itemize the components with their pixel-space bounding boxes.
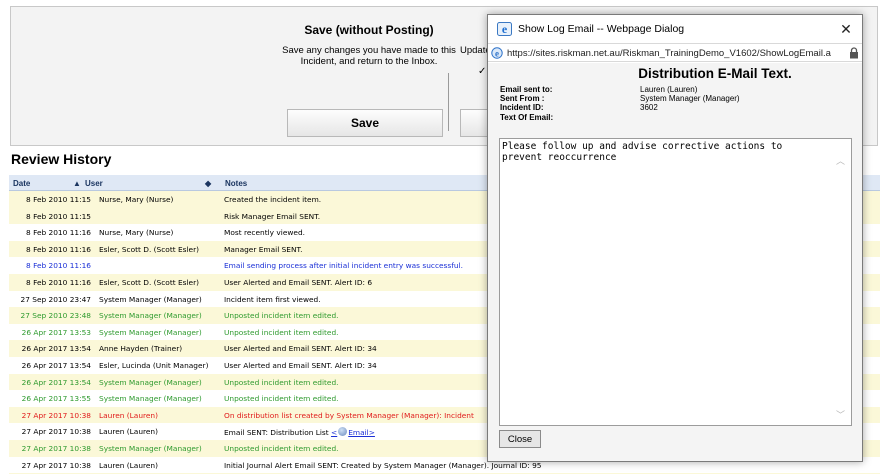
email-text-area[interactable]: Please follow up and advise corrective a… xyxy=(499,138,852,426)
row-notes: Email sending process after initial inci… xyxy=(224,261,463,271)
row-notes: Unposted incident item edited. xyxy=(224,311,339,321)
row-date: 26 Apr 2017 13:54 xyxy=(21,344,91,354)
row-user: Esler, Lucinda (Unit Manager) xyxy=(99,360,209,370)
row-notes: User Alerted and Email SENT. Alert ID: 6 xyxy=(224,277,373,287)
row-notes: Risk Manager Email SENT. xyxy=(224,211,321,221)
row-user: Lauren (Lauren) xyxy=(99,427,158,437)
email-sent-to-label: Email sent to: xyxy=(500,85,553,94)
row-date: 27 Sep 2010 23:47 xyxy=(20,294,92,304)
row-user: System Manager (Manager) xyxy=(99,377,202,387)
row-user: Lauren (Lauren) xyxy=(99,410,158,420)
dialog-address-bar: e https://sites.riskman.net.au/Riskman_T… xyxy=(488,43,862,62)
save-panel-description: Save any changes you have made to this I… xyxy=(282,45,456,67)
row-date: 27 Sep 2010 23:48 xyxy=(20,311,92,321)
row-user: Nurse, Mary (Nurse) xyxy=(99,228,174,238)
save-panel-title: Save (without Posting) xyxy=(304,23,434,37)
row-notes-email: Email SENT: Distribution List < Email> xyxy=(224,427,375,437)
row-notes: Unposted incident item edited. xyxy=(224,377,339,387)
row-date: 27 Apr 2017 10:38 xyxy=(21,427,91,437)
row-user: Lauren (Lauren) xyxy=(99,460,158,470)
row-notes: Unposted incident item edited. xyxy=(224,443,339,453)
row-notes: On distribution list created by System M… xyxy=(224,410,474,420)
row-notes: Incident item first viewed. xyxy=(224,294,321,304)
panel-divider xyxy=(448,73,449,131)
dialog-titlebar[interactable]: e Show Log Email -- Webpage Dialog ✕ xyxy=(488,15,862,43)
email-link-text: Email> xyxy=(348,428,375,438)
row-date: 8 Feb 2010 11:16 xyxy=(26,277,91,287)
column-header-notes[interactable]: Notes xyxy=(225,179,247,188)
row-date: 26 Apr 2017 13:53 xyxy=(21,327,91,337)
row-date: 8 Feb 2010 11:16 xyxy=(26,244,91,254)
lock-icon xyxy=(850,47,858,59)
row-date: 27 Apr 2017 10:38 xyxy=(21,410,91,420)
sort-ascending-icon[interactable]: ▲ xyxy=(73,179,81,188)
row-date: 27 Apr 2017 10:38 xyxy=(21,460,91,470)
row-date: 26 Apr 2017 13:55 xyxy=(21,394,91,404)
row-user: System Manager (Manager) xyxy=(99,311,202,321)
update-button[interactable] xyxy=(460,109,490,137)
internet-explorer-icon: e xyxy=(497,22,512,36)
row-date: 26 Apr 2017 13:54 xyxy=(21,377,91,387)
row-user: Nurse, Mary (Nurse) xyxy=(99,195,174,204)
text-of-email-label: Text Of Email: xyxy=(500,113,554,122)
row-user: System Manager (Manager) xyxy=(99,443,202,453)
email-link[interactable]: < Email> xyxy=(331,427,375,438)
close-icon[interactable]: ✕ xyxy=(836,19,856,39)
row-notes: Unposted incident item edited. xyxy=(224,394,339,404)
save-button[interactable]: Save xyxy=(287,109,443,137)
row-user: Anne Hayden (Trainer) xyxy=(99,344,183,354)
show-log-email-dialog: e Show Log Email -- Webpage Dialog ✕ e h… xyxy=(487,14,863,462)
close-button[interactable]: Close xyxy=(499,430,541,448)
dialog-body: Distribution E-Mail Text. Email sent to:… xyxy=(488,63,862,461)
distribution-email-heading: Distribution E-Mail Text. xyxy=(638,66,792,81)
row-notes: Manager Email SENT. xyxy=(224,244,303,254)
email-sent-text: Email SENT: Distribution List xyxy=(224,428,332,438)
incident-id-label: Incident ID: xyxy=(500,103,544,112)
row-notes: User Alerted and Email SENT. Alert ID: 3… xyxy=(224,344,377,354)
row-notes: User Alerted and Email SENT. Alert ID: 3… xyxy=(224,360,377,370)
row-date: 8 Feb 2010 11:15 xyxy=(26,211,91,221)
row-date: 26 Apr 2017 13:54 xyxy=(21,360,91,370)
row-user: Esler, Scott D. (Scott Esler) xyxy=(99,244,200,254)
row-user: System Manager (Manager) xyxy=(99,294,202,304)
column-header-date[interactable]: Date xyxy=(13,179,30,188)
email-sent-to-value: Lauren (Lauren) xyxy=(640,85,698,94)
scroll-down-icon[interactable]: ﹀ xyxy=(836,408,845,421)
incident-id-value: 3602 xyxy=(640,103,658,112)
row-date: 8 Feb 2010 11:16 xyxy=(26,228,91,238)
sent-from-label: Sent From : xyxy=(500,94,545,103)
dialog-title: Show Log Email -- Webpage Dialog xyxy=(518,23,685,35)
row-notes: Most recently viewed. xyxy=(224,228,305,238)
sort-toggle-icon[interactable]: ◆ xyxy=(205,179,211,188)
row-user: System Manager (Manager) xyxy=(99,327,202,337)
column-header-user[interactable]: User xyxy=(85,179,103,188)
row-notes: Created the incident item. xyxy=(224,195,322,204)
row-user: System Manager (Manager) xyxy=(99,394,202,404)
dialog-url: https://sites.riskman.net.au/Riskman_Tra… xyxy=(507,48,831,59)
scroll-up-icon[interactable]: ︿ xyxy=(836,154,845,167)
review-history-title: Review History xyxy=(11,151,112,167)
row-date: 8 Feb 2010 11:16 xyxy=(26,261,91,271)
globe-icon: e xyxy=(491,47,503,59)
svg-text:e: e xyxy=(495,49,499,59)
email-link-open: < xyxy=(331,428,338,438)
row-notes: Unposted incident item edited. xyxy=(224,327,339,337)
email-body-text: Please follow up and advise corrective a… xyxy=(502,141,788,163)
row-date: 8 Feb 2010 11:15 xyxy=(26,195,91,204)
svg-text:e: e xyxy=(502,22,508,36)
row-date: 27 Apr 2017 10:38 xyxy=(21,443,91,453)
user-icon xyxy=(338,427,348,437)
sent-from-value: System Manager (Manager) xyxy=(640,94,740,103)
row-user: Esler, Scott D. (Scott Esler) xyxy=(99,277,200,287)
